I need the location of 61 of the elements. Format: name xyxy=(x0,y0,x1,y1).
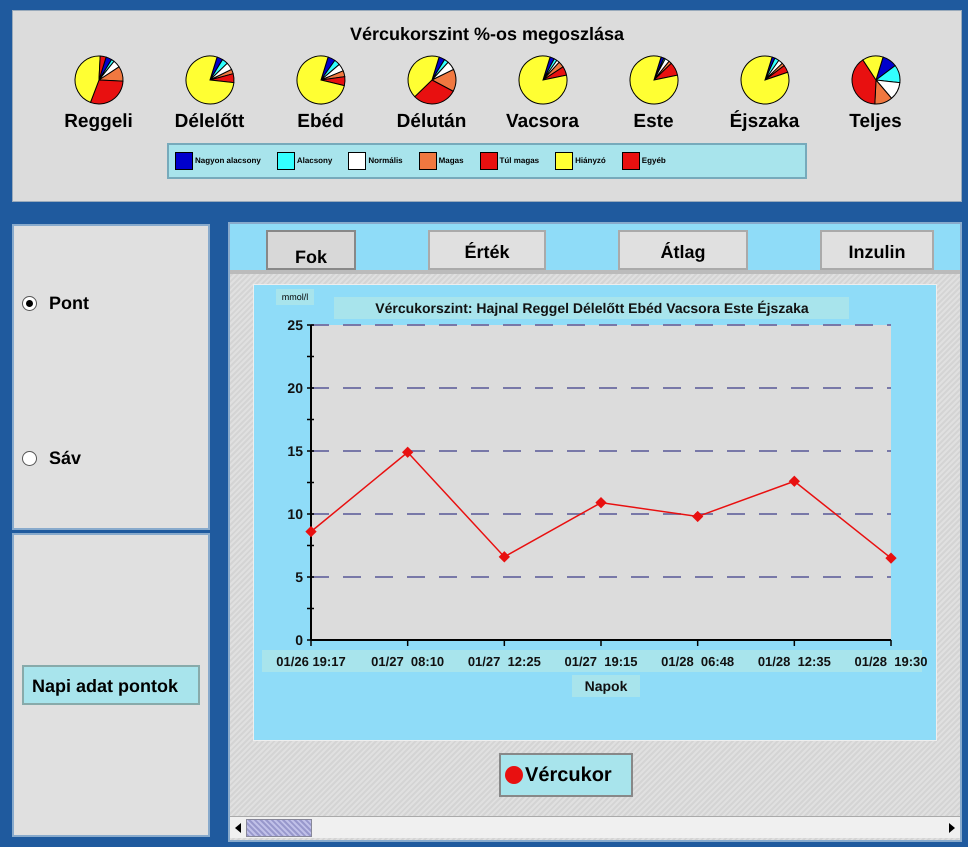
chart-title: Vércukorszint: Hajnal Reggel Délelőtt Ebéd Vacsora Este Éjszaka xyxy=(334,297,849,319)
x-axis-title: Napok xyxy=(572,675,640,697)
horizontal-scrollbar[interactable] xyxy=(230,816,960,838)
pie-label: Délelőtt xyxy=(174,110,244,134)
y-axis-title: mmol/l xyxy=(282,292,308,302)
radio-option[interactable]: Sáv xyxy=(22,445,208,472)
legend-label: Hiányzó xyxy=(575,154,606,166)
data-point xyxy=(788,476,800,487)
x-tick-label: 01/27 08:10 xyxy=(371,654,444,669)
x-tick-label: 01/28 19:30 xyxy=(854,654,928,669)
data-point xyxy=(498,551,510,562)
pie-chart-drawing xyxy=(850,54,902,106)
y-tick-label: 20 xyxy=(287,380,303,396)
y-tick-label: 25 xyxy=(287,317,303,333)
legend-label: Egyéb xyxy=(642,154,666,166)
pie-chart-drawing xyxy=(738,54,790,106)
daily-points-label: Napi adat pontok xyxy=(22,665,200,705)
tab[interactable]: Inzulin xyxy=(820,230,934,270)
distribution-title: Vércukorszint %-os megoszlása xyxy=(350,23,624,46)
tab[interactable]: Fok xyxy=(266,230,356,270)
pie-chart-drawing xyxy=(516,54,568,106)
x-tick-label: 01/27 19:15 xyxy=(564,654,638,669)
x-tick-label: 01/27 12:25 xyxy=(468,654,541,669)
pie-chart-drawing xyxy=(294,54,346,106)
pie-label: Éjszaka xyxy=(730,109,800,134)
data-point xyxy=(885,552,897,564)
data-point xyxy=(305,526,317,538)
x-tick-label: 01/28 06:48 xyxy=(661,654,734,669)
pie-chart-drawing xyxy=(184,54,236,106)
legend-label: Vércukor xyxy=(525,763,612,788)
y-tick-label: 15 xyxy=(287,443,303,459)
y-tick-label: 10 xyxy=(287,506,303,522)
pie-label: Teljes xyxy=(849,110,902,134)
pie-chart-drawing xyxy=(406,54,458,106)
pie-label: Vacsora xyxy=(506,110,579,134)
legend-label: Alacsony xyxy=(296,154,332,166)
x-tick-label: 01/26 19:17 xyxy=(276,654,346,669)
legend-label: Túl magas xyxy=(500,154,540,166)
x-axis-title: Napok xyxy=(584,678,628,694)
y-tick-label: 5 xyxy=(295,569,303,585)
scroll-thumb[interactable] xyxy=(246,818,312,836)
radio-option[interactable]: Pont xyxy=(22,290,208,317)
tab[interactable]: Átlag xyxy=(618,230,748,270)
x-tick-label: 01/28 12:35 xyxy=(758,654,831,669)
data-point xyxy=(402,446,414,458)
tab[interactable]: Érték xyxy=(428,230,546,270)
pie-chart-drawing xyxy=(72,54,124,106)
legend-label: Normális xyxy=(368,154,403,166)
legend-label: Nagyon alacsony xyxy=(195,154,261,166)
data-point xyxy=(692,510,704,522)
pie-label: Reggeli xyxy=(64,110,133,134)
pie-chart-drawing xyxy=(628,54,680,106)
legend-label: Magas xyxy=(438,154,464,166)
unit-label: mmol/l xyxy=(276,289,314,305)
y-tick-label: 0 xyxy=(295,632,303,648)
data-point xyxy=(595,497,607,508)
pie-label: Délután xyxy=(396,110,466,134)
radio-button[interactable] xyxy=(22,451,37,466)
pie-label: Ebéd xyxy=(297,110,344,134)
radio-button[interactable] xyxy=(22,296,37,311)
pie-label: Este xyxy=(633,110,674,134)
